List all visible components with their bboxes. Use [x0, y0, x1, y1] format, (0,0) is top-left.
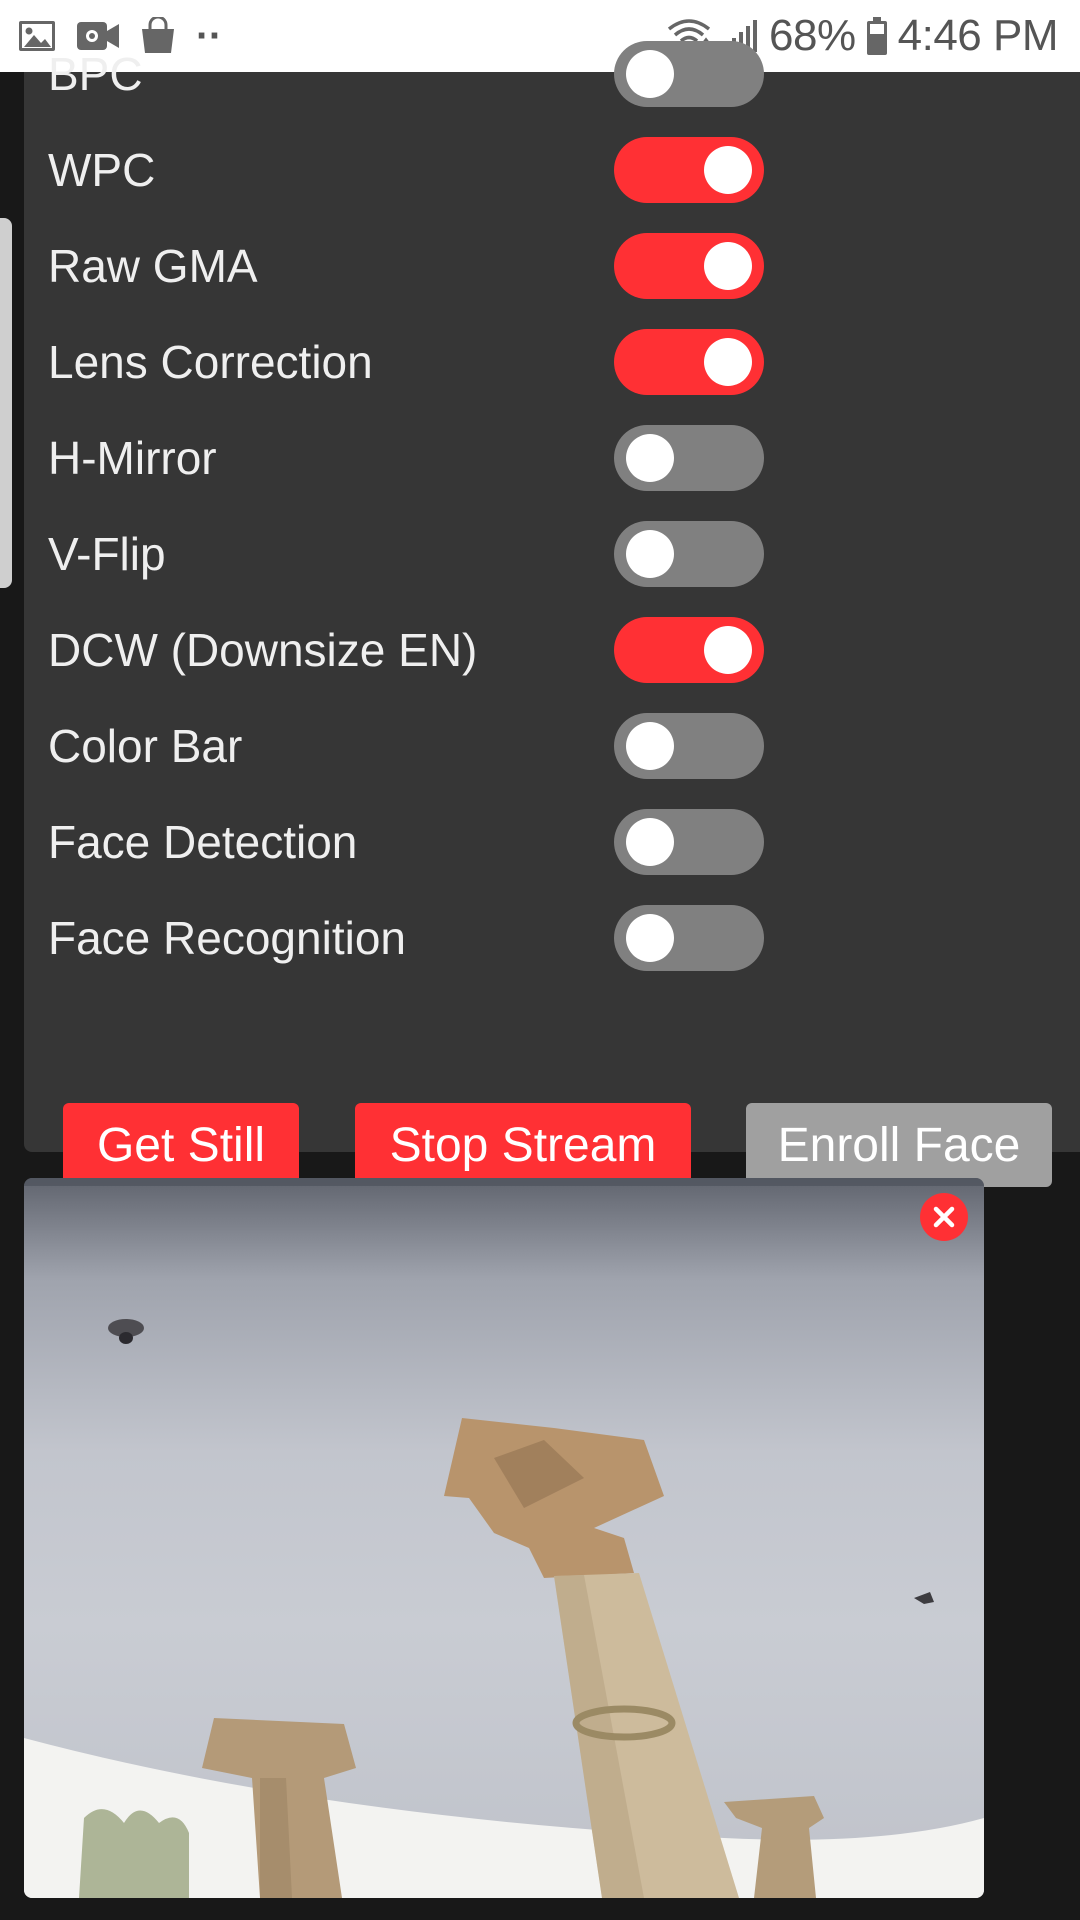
setting-label-v-flip: V-Flip: [48, 528, 166, 580]
setting-label-raw-gma: Raw GMA: [48, 240, 258, 292]
toggle-knob: [704, 146, 752, 194]
toggle-v-flip[interactable]: [614, 521, 764, 587]
toggle-knob: [704, 338, 752, 386]
toggle-knob: [626, 50, 674, 98]
setting-row-color-bar: Color Bar: [48, 711, 768, 781]
setting-row-v-flip: V-Flip: [48, 519, 768, 589]
toggle-knob: [626, 434, 674, 482]
toggle-knob: [626, 530, 674, 578]
setting-label-color-bar: Color Bar: [48, 720, 243, 772]
setting-row-wpc: WPC: [48, 135, 768, 205]
toggle-knob: [704, 242, 752, 290]
toggle-wpc[interactable]: [614, 137, 764, 203]
setting-label-face-recognition: Face Recognition: [48, 912, 406, 964]
toggle-lens-correction[interactable]: [614, 329, 764, 395]
toggle-h-mirror[interactable]: [614, 425, 764, 491]
setting-row-face-recognition: Face Recognition: [48, 903, 768, 973]
clock: 4:46 PM: [897, 11, 1059, 60]
battery-percent: 68%: [769, 11, 856, 60]
setting-row-raw-gma: Raw GMA: [48, 231, 768, 301]
close-stream-button[interactable]: [920, 1193, 968, 1241]
toggle-knob: [704, 626, 752, 674]
setting-row-dcw-downsize-en: DCW (Downsize EN): [48, 615, 768, 685]
enroll-face-button[interactable]: Enroll Face: [746, 1103, 1052, 1187]
setting-row-h-mirror: H-Mirror: [48, 423, 768, 493]
scrollbar-thumb[interactable]: [0, 218, 12, 588]
toggle-dcw-downsize-en[interactable]: [614, 617, 764, 683]
setting-row-lens-correction: Lens Correction: [48, 327, 768, 397]
toggle-knob: [626, 722, 674, 770]
setting-label-h-mirror: H-Mirror: [48, 432, 217, 484]
get-still-button[interactable]: Get Still: [63, 1103, 299, 1187]
toggle-bpc[interactable]: [614, 41, 764, 107]
setting-label-dcw-downsize-en: DCW (Downsize EN): [48, 624, 478, 676]
toggle-raw-gma[interactable]: [614, 233, 764, 299]
battery-icon: [866, 16, 888, 56]
setting-label-lens-correction: Lens Correction: [48, 336, 373, 388]
stop-stream-button[interactable]: Stop Stream: [355, 1103, 691, 1187]
toggle-face-recognition[interactable]: [614, 905, 764, 971]
settings-panel: BPC WPC Raw GMA Lens Correction H-Mirror V-Fl…: [24, 41, 1080, 1187]
toggle-knob: [626, 818, 674, 866]
camera-stream-image: [24, 1178, 984, 1898]
setting-label-wpc: WPC: [48, 144, 156, 196]
toggle-color-bar[interactable]: [614, 713, 764, 779]
setting-label-bpc: BPC: [48, 48, 143, 100]
toggle-knob: [626, 914, 674, 962]
setting-row-bpc: BPC: [48, 39, 768, 109]
setting-label-face-detection: Face Detection: [48, 816, 358, 868]
close-icon: [933, 1206, 955, 1228]
toggle-face-detection[interactable]: [614, 809, 764, 875]
setting-row-face-detection: Face Detection: [48, 807, 768, 877]
